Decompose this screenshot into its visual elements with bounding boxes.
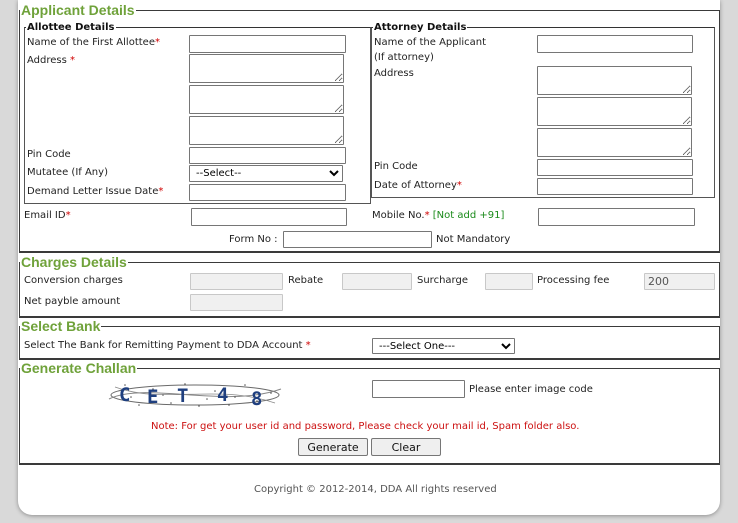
mobile-input[interactable] [538,208,695,226]
allottee-address-line3[interactable] [189,116,344,145]
copyright-text: Copyright © 2012-2014, DDA All rights re… [254,484,497,495]
rebate-field [342,273,412,290]
attorney-details-legend: Attorney Details [373,22,468,33]
not-mandatory-text: Not Mandatory [436,234,511,245]
surcharge-field [485,273,533,290]
mobile-label: Mobile No.* [Not add +91] [372,210,505,221]
captcha-hint: Please enter image code [469,384,593,395]
processing-fee-label: Processing fee [537,275,610,286]
generate-challan-legend: Generate Challan [20,360,138,376]
clear-button[interactable]: Clear [371,438,441,456]
first-allottee-label: Name of the First Allottee* [27,37,160,48]
first-allottee-input[interactable] [189,35,346,53]
form-no-label: Form No : [229,234,278,245]
captcha-char: T [177,385,188,407]
allottee-address-line1[interactable] [189,54,344,83]
allottee-address-line2[interactable] [189,85,344,114]
captcha-char: E [147,386,158,408]
attorney-pin-code-label: Pin Code [374,161,418,172]
form-no-input[interactable] [283,231,432,248]
attorney-address-line3[interactable] [537,128,692,157]
attorney-applicant-label: Name of the Applicant (If attorney) [374,37,487,63]
charges-details-section [19,262,720,318]
attorney-address-line2[interactable] [537,97,692,126]
email-label: Email ID* [24,210,71,221]
date-of-attorney-label: Date of Attorney* [374,180,462,191]
date-of-attorney-input[interactable] [537,178,693,195]
captcha-image: C E T 4 8 [105,379,285,411]
page-panel: Applicant Details Allottee Details Name … [18,0,720,515]
attorney-applicant-input[interactable] [537,35,693,53]
allottee-pin-code-input[interactable] [189,147,346,164]
conversion-charges-label: Conversion charges [24,275,123,286]
applicant-details-legend: Applicant Details [20,2,136,18]
charges-details-legend: Charges Details [20,254,128,270]
rebate-label: Rebate [288,275,324,286]
mutatee-label: Mutatee (If Any) [27,167,108,178]
captcha-char: 4 [217,384,228,406]
allottee-address-label: Address * [27,55,76,66]
demand-letter-label: Demand Letter Issue Date* [27,186,164,197]
captcha-input[interactable] [372,380,465,398]
allottee-details-legend: Allottee Details [26,22,116,33]
conversion-charges-field [190,273,283,290]
select-bank-legend: Select Bank [20,318,102,334]
net-payable-field [190,294,283,311]
net-payable-label: Net payble amount [24,296,121,307]
mutatee-select[interactable]: --Select-- [189,165,343,182]
bank-select[interactable]: ---Select One--- [372,338,515,354]
mobile-hint: [Not add +91] [432,210,505,221]
captcha-char: C [119,384,130,406]
attorney-pin-code-input[interactable] [537,159,693,176]
bank-label: Select The Bank for Remitting Payment to… [24,340,311,351]
demand-letter-date-input[interactable] [189,184,346,201]
attorney-address-line1[interactable] [537,66,692,95]
allottee-pin-code-label: Pin Code [27,149,71,160]
note-text: Note: For get your user id and password,… [151,421,580,432]
captcha-char: 8 [251,388,262,410]
surcharge-label: Surcharge [417,275,468,286]
processing-fee-field: 200 [644,273,715,290]
generate-button[interactable]: Generate [298,438,368,456]
attorney-address-label: Address [374,68,414,79]
email-input[interactable] [191,208,347,226]
